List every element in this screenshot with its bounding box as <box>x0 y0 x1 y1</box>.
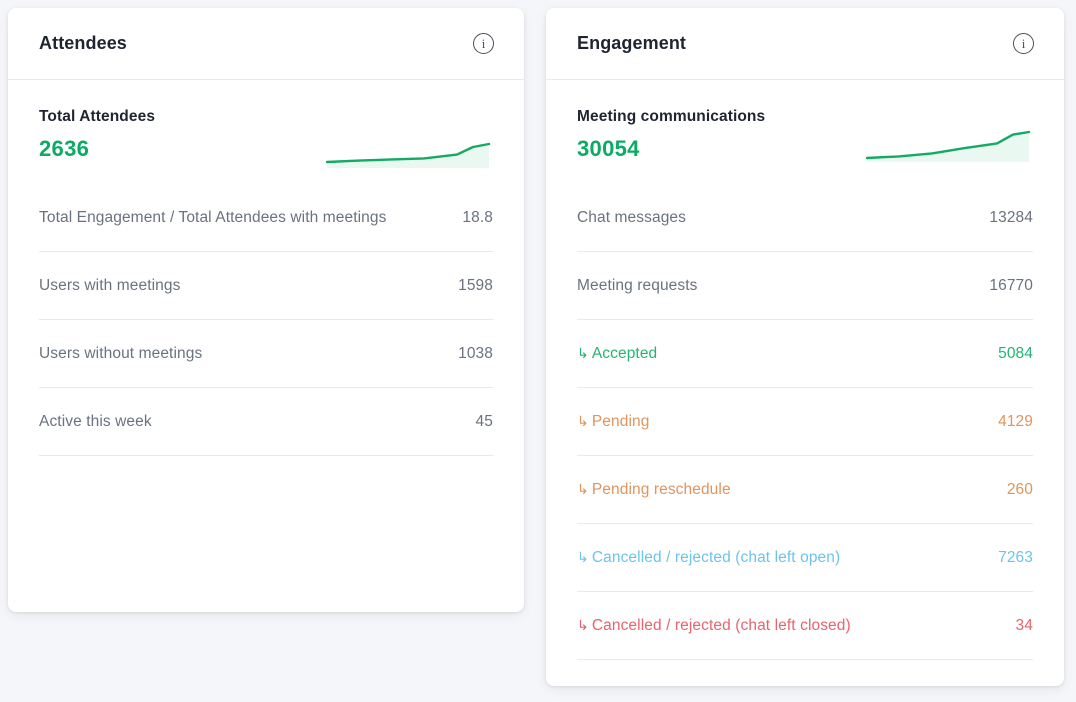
row-value: 5084 <box>998 344 1033 362</box>
row-label: ↳ Cancelled / rejected (chat left closed) <box>577 616 851 634</box>
table-row: Users with meetings 1598 <box>39 252 493 320</box>
row-value: 18.8 <box>462 208 493 226</box>
table-row: ↳ Pending reschedule 260 <box>577 456 1033 524</box>
page-title: Engagement <box>577 33 687 53</box>
row-label: Meeting requests <box>577 276 698 294</box>
row-label: Users without meetings <box>39 344 203 362</box>
table-row: Meeting requests 16770 <box>577 252 1033 320</box>
page-title: Attendees <box>39 33 127 53</box>
row-label: Active this week <box>39 412 152 430</box>
table-row: ↳ Pending 4129 <box>577 388 1033 456</box>
row-value: 260 <box>1006 480 1033 498</box>
card-body: Meeting communications 30054 Chat messag… <box>546 80 1064 660</box>
table-row: Total Engagement / Total Attendees with … <box>39 184 493 252</box>
row-label: Users with meetings <box>39 276 181 294</box>
info-glyph: i <box>481 35 486 51</box>
card-body: Total Attendees 2636 Total Engagement / … <box>8 80 524 456</box>
metric-rows: Chat messages 13284 Meeting requests 16770 ↳… <box>577 184 1033 660</box>
engagement-card: Engagement i Meeting communications 3005… <box>546 8 1064 686</box>
row-label: Total Engagement / Total Attendees with … <box>39 208 387 226</box>
row-value: 13284 <box>989 208 1033 226</box>
sub-item-arrow-icon: ↳ <box>577 344 589 361</box>
info-glyph: i <box>1021 35 1026 51</box>
row-value: 4129 <box>998 412 1033 430</box>
sparkline-chart <box>323 122 493 174</box>
sub-item-arrow-icon: ↳ <box>577 480 589 497</box>
info-circle-icon[interactable]: i <box>473 33 494 54</box>
row-label: ↳ Pending reschedule <box>577 480 731 498</box>
sub-item-arrow-icon: ↳ <box>577 616 589 633</box>
row-value: 34 <box>1015 616 1033 634</box>
row-value: 1598 <box>458 276 493 294</box>
row-value: 45 <box>475 412 493 430</box>
row-label: Chat messages <box>577 208 686 226</box>
table-row: Active this week 45 <box>39 388 493 456</box>
table-row: Chat messages 13284 <box>577 184 1033 252</box>
table-row: Users without meetings 1038 <box>39 320 493 388</box>
summary-metric: Meeting communications 30054 <box>577 108 1033 178</box>
sub-item-arrow-icon: ↳ <box>577 412 589 429</box>
info-circle-icon[interactable]: i <box>1013 33 1034 54</box>
table-row: ↳ Cancelled / rejected (chat left open) 72… <box>577 524 1033 592</box>
sub-item-arrow-icon: ↳ <box>577 548 589 565</box>
row-label: ↳ Accepted <box>577 344 658 362</box>
sparkline-chart <box>863 116 1033 168</box>
attendees-card: Attendees i Total Attendees 2636 Total E… <box>8 8 524 612</box>
row-value: 16770 <box>989 276 1033 294</box>
row-label: ↳ Cancelled / rejected (chat left open) <box>577 548 841 566</box>
dashboard: Attendees i Total Attendees 2636 Total E… <box>0 0 1076 702</box>
card-header: Attendees i <box>8 8 524 80</box>
table-row: ↳ Accepted 5084 <box>577 320 1033 388</box>
row-value: 7263 <box>998 548 1033 566</box>
row-value: 1038 <box>458 344 493 362</box>
card-header: Engagement i <box>546 8 1064 80</box>
row-label: ↳ Pending <box>577 412 650 430</box>
summary-metric: Total Attendees 2636 <box>39 108 493 178</box>
table-row: ↳ Cancelled / rejected (chat left closed)… <box>577 592 1033 660</box>
metric-rows: Total Engagement / Total Attendees with … <box>39 184 493 456</box>
